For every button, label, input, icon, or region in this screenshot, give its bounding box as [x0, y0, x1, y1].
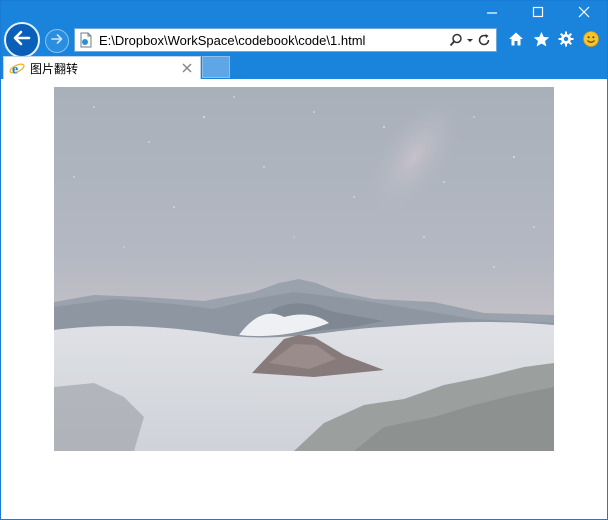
window-caption-buttons — [469, 1, 607, 23]
dropdown-icon[interactable] — [465, 35, 475, 45]
star-icon[interactable] — [532, 30, 550, 48]
forward-arrow-icon — [50, 32, 64, 51]
maximize-button[interactable] — [515, 1, 561, 23]
page-content — [1, 79, 607, 519]
minimize-icon — [486, 6, 498, 18]
address-tools — [449, 33, 491, 47]
tab-title: 图片翻转 — [30, 61, 79, 76]
forward-button[interactable] — [45, 29, 69, 53]
tab-active[interactable]: e 图片翻转 — [3, 56, 201, 79]
address-text[interactable]: E:\Dropbox\WorkSpace\codebook\code\1.htm… — [99, 33, 449, 48]
close-window-button[interactable] — [561, 1, 607, 23]
back-button[interactable] — [4, 22, 40, 58]
minimize-button[interactable] — [469, 1, 515, 23]
refresh-icon[interactable] — [477, 33, 491, 47]
home-icon[interactable] — [507, 30, 525, 48]
gear-icon[interactable] — [557, 30, 575, 48]
svg-text:e: e — [12, 63, 18, 77]
browser-chrome: E:\Dropbox\WorkSpace\codebook\code\1.htm… — [1, 1, 607, 79]
new-tab-button[interactable] — [202, 56, 230, 78]
tab-close-icon[interactable] — [180, 61, 194, 75]
browser-window: E:\Dropbox\WorkSpace\codebook\code\1.htm… — [0, 0, 608, 520]
page-icon — [78, 32, 94, 48]
search-icon[interactable] — [449, 33, 463, 47]
smiley-icon[interactable] — [582, 30, 600, 48]
back-arrow-icon — [11, 27, 33, 54]
close-icon — [578, 6, 590, 18]
ie-logo-icon: e — [8, 59, 26, 77]
address-bar[interactable]: E:\Dropbox\WorkSpace\codebook\code\1.htm… — [74, 28, 497, 52]
maximize-icon — [532, 6, 544, 18]
mountain-volcano-photo — [54, 87, 554, 451]
command-icons — [507, 30, 600, 48]
